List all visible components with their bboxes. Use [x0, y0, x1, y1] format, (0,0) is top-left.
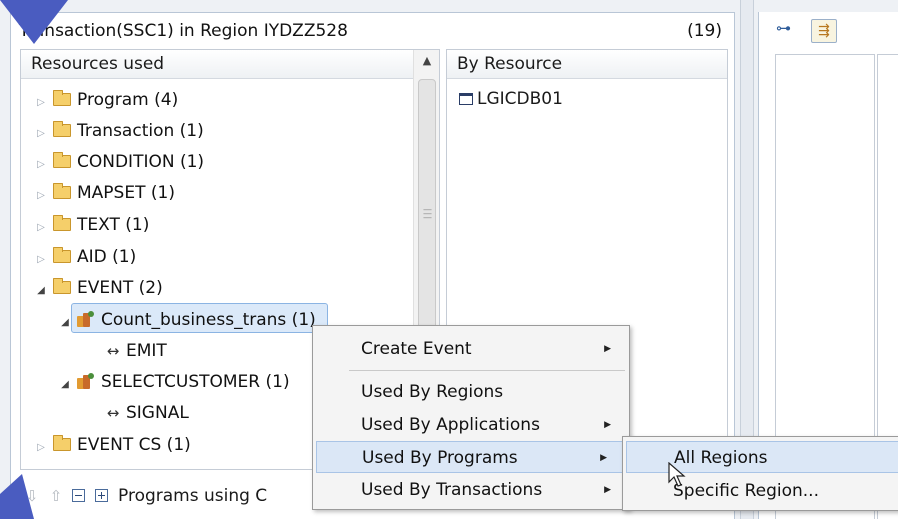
mouse-cursor-icon: [668, 462, 686, 487]
tree-item-mapset[interactable]: ▷ MAPSET (1): [33, 178, 175, 208]
expand-arrow-icon[interactable]: ▷: [33, 119, 49, 149]
tree-item-count-business-trans[interactable]: ◢ Count_business_trans (1): [57, 305, 316, 335]
submenu-item-all-regions[interactable]: All Regions: [626, 441, 898, 473]
submenu-arrow-icon: ▶: [604, 344, 611, 354]
tree-item-event[interactable]: ◢ EVENT (2): [33, 273, 163, 303]
folder-icon: [53, 90, 71, 106]
collapse-arrow-icon[interactable]: ◢: [33, 276, 49, 306]
tree-item-label: MAPSET (1): [77, 183, 175, 203]
menu-item-label: Used By Regions: [361, 382, 504, 402]
folder-icon: [53, 435, 71, 451]
hierarchy-icon[interactable]: ⊶: [776, 19, 791, 37]
submenu-item-specific-region[interactable]: Specific Region...: [623, 475, 898, 507]
menu-item-label: Used By Applications: [361, 415, 540, 435]
folder-icon: [53, 247, 71, 263]
export-icon[interactable]: ⇶: [811, 19, 837, 43]
tree-item-label: Count_business_trans (1): [101, 310, 316, 330]
menu-separator: [349, 370, 625, 371]
tree-item-condition[interactable]: ▷ CONDITION (1): [33, 147, 204, 177]
tree-item-label: Program (4): [77, 90, 179, 110]
menu-item-label: Used By Transactions: [361, 480, 543, 500]
submenu-arrow-icon: ▶: [604, 485, 611, 495]
programs-using-label: Programs using C: [118, 486, 268, 506]
collapse-arrow-icon[interactable]: ◢: [57, 370, 73, 400]
tree-item-label: EVENT (2): [77, 278, 163, 298]
tree-item-label: TEXT (1): [77, 215, 150, 235]
menu-item-used-by-transactions[interactable]: Used By Transactions ▶: [313, 474, 629, 506]
scroll-up-arrow-icon[interactable]: ▲: [414, 54, 439, 67]
corner-triangle-icon: [0, 474, 34, 519]
submenu-arrow-icon: ▶: [604, 420, 611, 430]
tree-item-aid[interactable]: ▷ AID (1): [33, 242, 136, 272]
menu-item-label: Create Event: [361, 339, 472, 359]
tree-item-label: Transaction (1): [77, 121, 204, 141]
expand-arrow-icon[interactable]: ▷: [33, 213, 49, 243]
workbench: Transaction(SSC1) in Region IYDZZ528 (19…: [0, 0, 898, 519]
expand-arrow-icon[interactable]: ▷: [33, 150, 49, 180]
programs-submenu: All Regions Specific Region...: [622, 436, 898, 511]
event-icon: [77, 311, 95, 327]
folder-icon: [53, 278, 71, 294]
double-arrow-icon: ↔: [106, 342, 120, 360]
menu-item-label: Used By Programs: [362, 448, 518, 468]
tree-item-label: EMIT: [126, 341, 167, 361]
menu-item-used-by-regions[interactable]: Used By Regions: [313, 376, 629, 408]
tree-item-label: CONDITION (1): [77, 152, 205, 172]
resource-item-label: LGICDB01: [477, 89, 563, 109]
expand-all-icon[interactable]: [95, 489, 108, 502]
tree-item-signal[interactable]: ↔ SIGNAL: [100, 398, 189, 428]
bottom-toolbar: ⇩ ⇧ Programs using C: [24, 480, 267, 512]
expand-arrow-icon[interactable]: ▷: [33, 245, 49, 275]
tree-item-event-cs[interactable]: ▷ EVENT CS (1): [33, 430, 191, 460]
folder-icon: [53, 121, 71, 137]
resources-header[interactable]: Resources used: [21, 50, 439, 79]
context-menu: Create Event ▶ Used By Regions Used By Ap…: [312, 325, 630, 510]
by-resource-header[interactable]: By Resource: [447, 50, 727, 79]
tree-item-label: SIGNAL: [126, 403, 189, 423]
corner-triangle-icon: [0, 0, 68, 44]
menu-item-used-by-applications[interactable]: Used By Applications ▶: [313, 409, 629, 441]
tree-item-emit[interactable]: ↔ EMIT: [100, 336, 167, 366]
submenu-item-label: All Regions: [674, 448, 768, 468]
event-icon: [77, 373, 95, 389]
submenu-item-label: Specific Region...: [673, 481, 819, 501]
tree-item-transaction[interactable]: ▷ Transaction (1): [33, 116, 204, 146]
file-icon: [459, 93, 473, 105]
resource-item-lgicdb01[interactable]: LGICDB01: [459, 86, 563, 112]
folder-icon: [53, 215, 71, 231]
menu-item-used-by-programs[interactable]: Used By Programs ▶: [316, 441, 626, 473]
grip-icon: — — —: [423, 205, 432, 223]
folder-icon: [53, 152, 71, 168]
double-arrow-icon: ↔: [106, 404, 120, 422]
scroll-thumb[interactable]: — — —: [418, 79, 436, 351]
tree-item-label: SELECTCUSTOMER (1): [101, 372, 290, 392]
view-title: Transaction(SSC1) in Region IYDZZ528: [19, 21, 348, 41]
collapse-all-icon[interactable]: [72, 489, 85, 502]
collapse-arrow-icon[interactable]: ◢: [57, 308, 73, 338]
tree-item-label: EVENT CS (1): [77, 435, 191, 455]
tree-item-program[interactable]: ▷ Program (4): [33, 85, 178, 115]
menu-item-create-event[interactable]: Create Event ▶: [313, 333, 629, 365]
tree-item-text[interactable]: ▷ TEXT (1): [33, 210, 149, 240]
tree-item-selectcustomer[interactable]: ◢ SELECTCUSTOMER (1): [57, 367, 290, 400]
folder-icon: [53, 183, 71, 199]
expand-arrow-icon[interactable]: ▷: [33, 433, 49, 463]
arrow-up-icon[interactable]: ⇧: [48, 480, 64, 512]
expand-arrow-icon[interactable]: ▷: [33, 88, 49, 118]
tree-item-label: AID (1): [77, 247, 137, 267]
resource-count: (19): [687, 21, 722, 41]
expand-arrow-icon[interactable]: ▷: [33, 181, 49, 211]
submenu-arrow-icon: ▶: [600, 453, 607, 463]
